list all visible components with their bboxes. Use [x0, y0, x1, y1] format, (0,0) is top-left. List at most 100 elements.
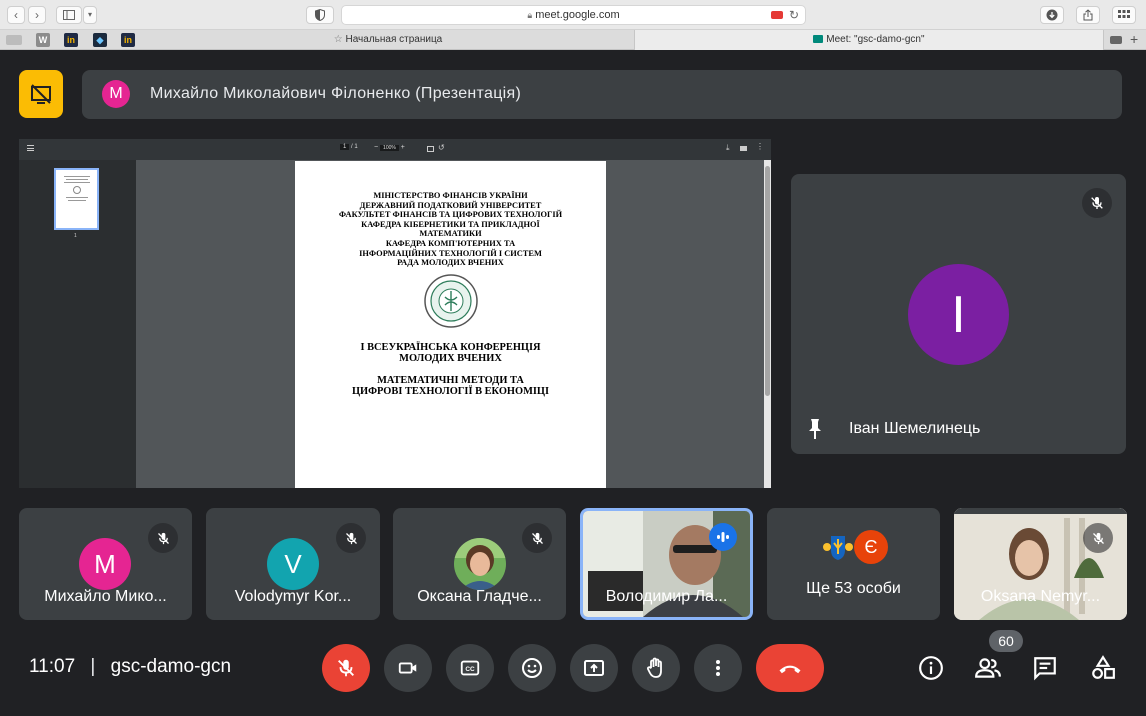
tab-meet[interactable]: Meet: "gsc-damo-gcn" — [634, 30, 1104, 50]
topic-line: ЦИФРОВІ ТЕХНОЛОГІЇ В ЕКОНОМІЦІ — [351, 386, 550, 398]
camera-recording-icon[interactable] — [771, 11, 783, 19]
clock: 11:07 — [29, 656, 76, 677]
participant-photo — [454, 538, 506, 590]
camera-toggle-button[interactable] — [384, 644, 432, 692]
coat-of-arms-avatar — [822, 531, 854, 563]
address-bar[interactable]: 🔒︎ meet.google.com ↻ — [341, 5, 806, 25]
participant-tile[interactable]: M Михайло Мико... — [19, 508, 192, 620]
header-line: РАДА МОЛОДИХ ВЧЕНИХ — [397, 258, 504, 268]
participant-tile[interactable]: V Volodymyr Kor... — [206, 508, 380, 620]
bookmark-codepen[interactable]: ◆ — [93, 33, 107, 47]
pdf-scrollbar[interactable] — [764, 160, 771, 488]
star-icon: ☆ — [333, 34, 343, 45]
participant-name: Oksana Nemyr... — [980, 588, 1101, 605]
more-vert-icon — [716, 660, 720, 676]
meeting-code: gsc-damo-gcn — [110, 656, 232, 677]
pinned-name: Іван Шемелинець — [849, 420, 981, 437]
svg-text:CC: CC — [465, 666, 475, 673]
page-number-input[interactable]: 1 — [340, 144, 350, 150]
stop-presenting-icon — [31, 84, 51, 104]
pdf-print-icon[interactable] — [740, 146, 747, 151]
topic-title: МАТЕМАТИЧНІ МЕТОДИ ТА ЦИФРОВІ ТЕХНОЛОГІЇ… — [295, 375, 606, 398]
meeting-details-button[interactable] — [915, 652, 947, 684]
browser-toolbar: ‹ › ▾ 🔒︎ meet.google.com ↻ — [0, 0, 1146, 30]
reading-list-icon[interactable] — [6, 35, 22, 45]
people-count-badge: 60 — [989, 630, 1023, 652]
more-participants-label: Ще 53 особи — [806, 580, 901, 597]
call-end-icon — [779, 665, 801, 674]
reactions-button[interactable] — [508, 644, 556, 692]
conference-line: МОЛОДИХ ВЧЕНИХ — [399, 353, 502, 365]
bookmark-wordpress[interactable]: W — [36, 33, 50, 47]
page-separator: / — [351, 144, 353, 150]
header-line: ДЕРЖАВНИЙ ПОДАТКОВИЙ УНІВЕРСИТЕТ — [359, 200, 542, 210]
active-speaker-tile[interactable]: Володимир Ла... — [580, 508, 753, 620]
people-button[interactable] — [972, 652, 1004, 684]
presenter-avatar: M — [102, 80, 130, 108]
sidebar-toggle-button[interactable] — [56, 6, 82, 24]
zoom-in-button[interactable]: + — [401, 144, 405, 151]
new-tab-button[interactable]: + — [1130, 31, 1138, 47]
page-indicator: 1 / 1 — [340, 144, 358, 150]
sidebar-icon — [63, 10, 75, 20]
info-separator: | — [90, 656, 96, 677]
page-thumbnail[interactable] — [54, 168, 99, 230]
present-to-all-icon — [584, 660, 604, 676]
menu-icon[interactable] — [27, 145, 34, 151]
presentation-status-button[interactable] — [19, 70, 63, 118]
more-participants-tile[interactable]: Є Ще 53 особи — [767, 508, 940, 620]
pdf-more-icon[interactable]: ⋮ — [756, 142, 764, 151]
tab-bar: W in ◆ in ☆ Начальная страница Meet: "gs… — [0, 30, 1146, 50]
activities-button[interactable] — [1087, 652, 1119, 684]
page-total: 1 — [354, 144, 358, 150]
lock-icon: 🔒︎ — [527, 10, 533, 20]
back-button[interactable]: ‹ — [7, 6, 25, 24]
bookmark-in-2[interactable]: in — [121, 33, 135, 47]
pdf-page: МІНІСТЕРСТВО ФІНАНСІВ УКРАЇНИ ДЕРЖАВНИЙ … — [295, 161, 606, 488]
emoji-icon — [522, 658, 542, 678]
header-line: КАФЕДРА КОМП'ЮТЕРНИХ ТА — [385, 238, 516, 248]
pdf-thumbnail-sidebar: 1 — [19, 160, 136, 488]
tab-camera-icon[interactable] — [1110, 36, 1122, 44]
more-options-button[interactable] — [694, 644, 742, 692]
speaking-indicator-icon — [709, 523, 737, 551]
chat-button[interactable] — [1029, 652, 1061, 684]
muted-mic-icon — [336, 523, 366, 553]
participant-tile[interactable]: Оксана Гладче... — [393, 508, 566, 620]
present-screen-button[interactable] — [570, 644, 618, 692]
share-button[interactable] — [1076, 6, 1100, 24]
sidebar-menu-chevron[interactable]: ▾ — [83, 6, 97, 24]
pinned-participant-tile[interactable]: I Іван Шемелинець — [791, 174, 1126, 454]
forward-button[interactable]: › — [28, 6, 46, 24]
mic-toggle-button[interactable] — [322, 644, 370, 692]
fit-page-icon[interactable] — [427, 146, 434, 152]
address-text: meet.google.com — [535, 9, 620, 21]
pin-icon[interactable] — [807, 418, 823, 445]
info-icon — [919, 656, 943, 680]
reload-icon[interactable]: ↻ — [789, 6, 799, 25]
zoom-level[interactable]: 100% — [380, 145, 399, 151]
captions-button[interactable]: CC — [446, 644, 494, 692]
mic-off-icon — [338, 659, 354, 677]
header-line: КАФЕДРА КІБЕРНЕТИКИ ТА ПРИКЛАДНОЇ — [361, 219, 540, 229]
muted-mic-icon — [148, 523, 178, 553]
activities-icon — [1092, 655, 1115, 679]
tab-start-page[interactable]: ☆ Начальная страница — [142, 30, 634, 50]
privacy-shield-button[interactable] — [306, 6, 334, 24]
downloads-button[interactable] — [1040, 6, 1064, 24]
rotate-icon[interactable]: ↺ — [438, 143, 445, 152]
leave-call-button[interactable] — [756, 644, 824, 692]
header-line: МАТЕМАТИКИ — [419, 229, 482, 239]
participant-name: Volodymyr Kor... — [234, 588, 352, 605]
bookmark-in-1[interactable]: in — [64, 33, 78, 47]
share-icon — [1083, 9, 1093, 21]
zoom-out-button[interactable]: − — [374, 144, 378, 151]
presentation-bar: M Михайло Миколайович Філоненко (Презент… — [82, 70, 1122, 119]
participant-avatar: I — [908, 264, 1009, 365]
pdf-download-icon[interactable]: ⤓ — [726, 143, 730, 153]
participant-tile[interactable]: Oksana Nemyr... — [954, 508, 1127, 620]
raise-hand-button[interactable] — [632, 644, 680, 692]
shield-icon — [315, 8, 325, 22]
tab-overview-button[interactable] — [1112, 6, 1136, 24]
participant-avatar: V — [267, 538, 319, 590]
